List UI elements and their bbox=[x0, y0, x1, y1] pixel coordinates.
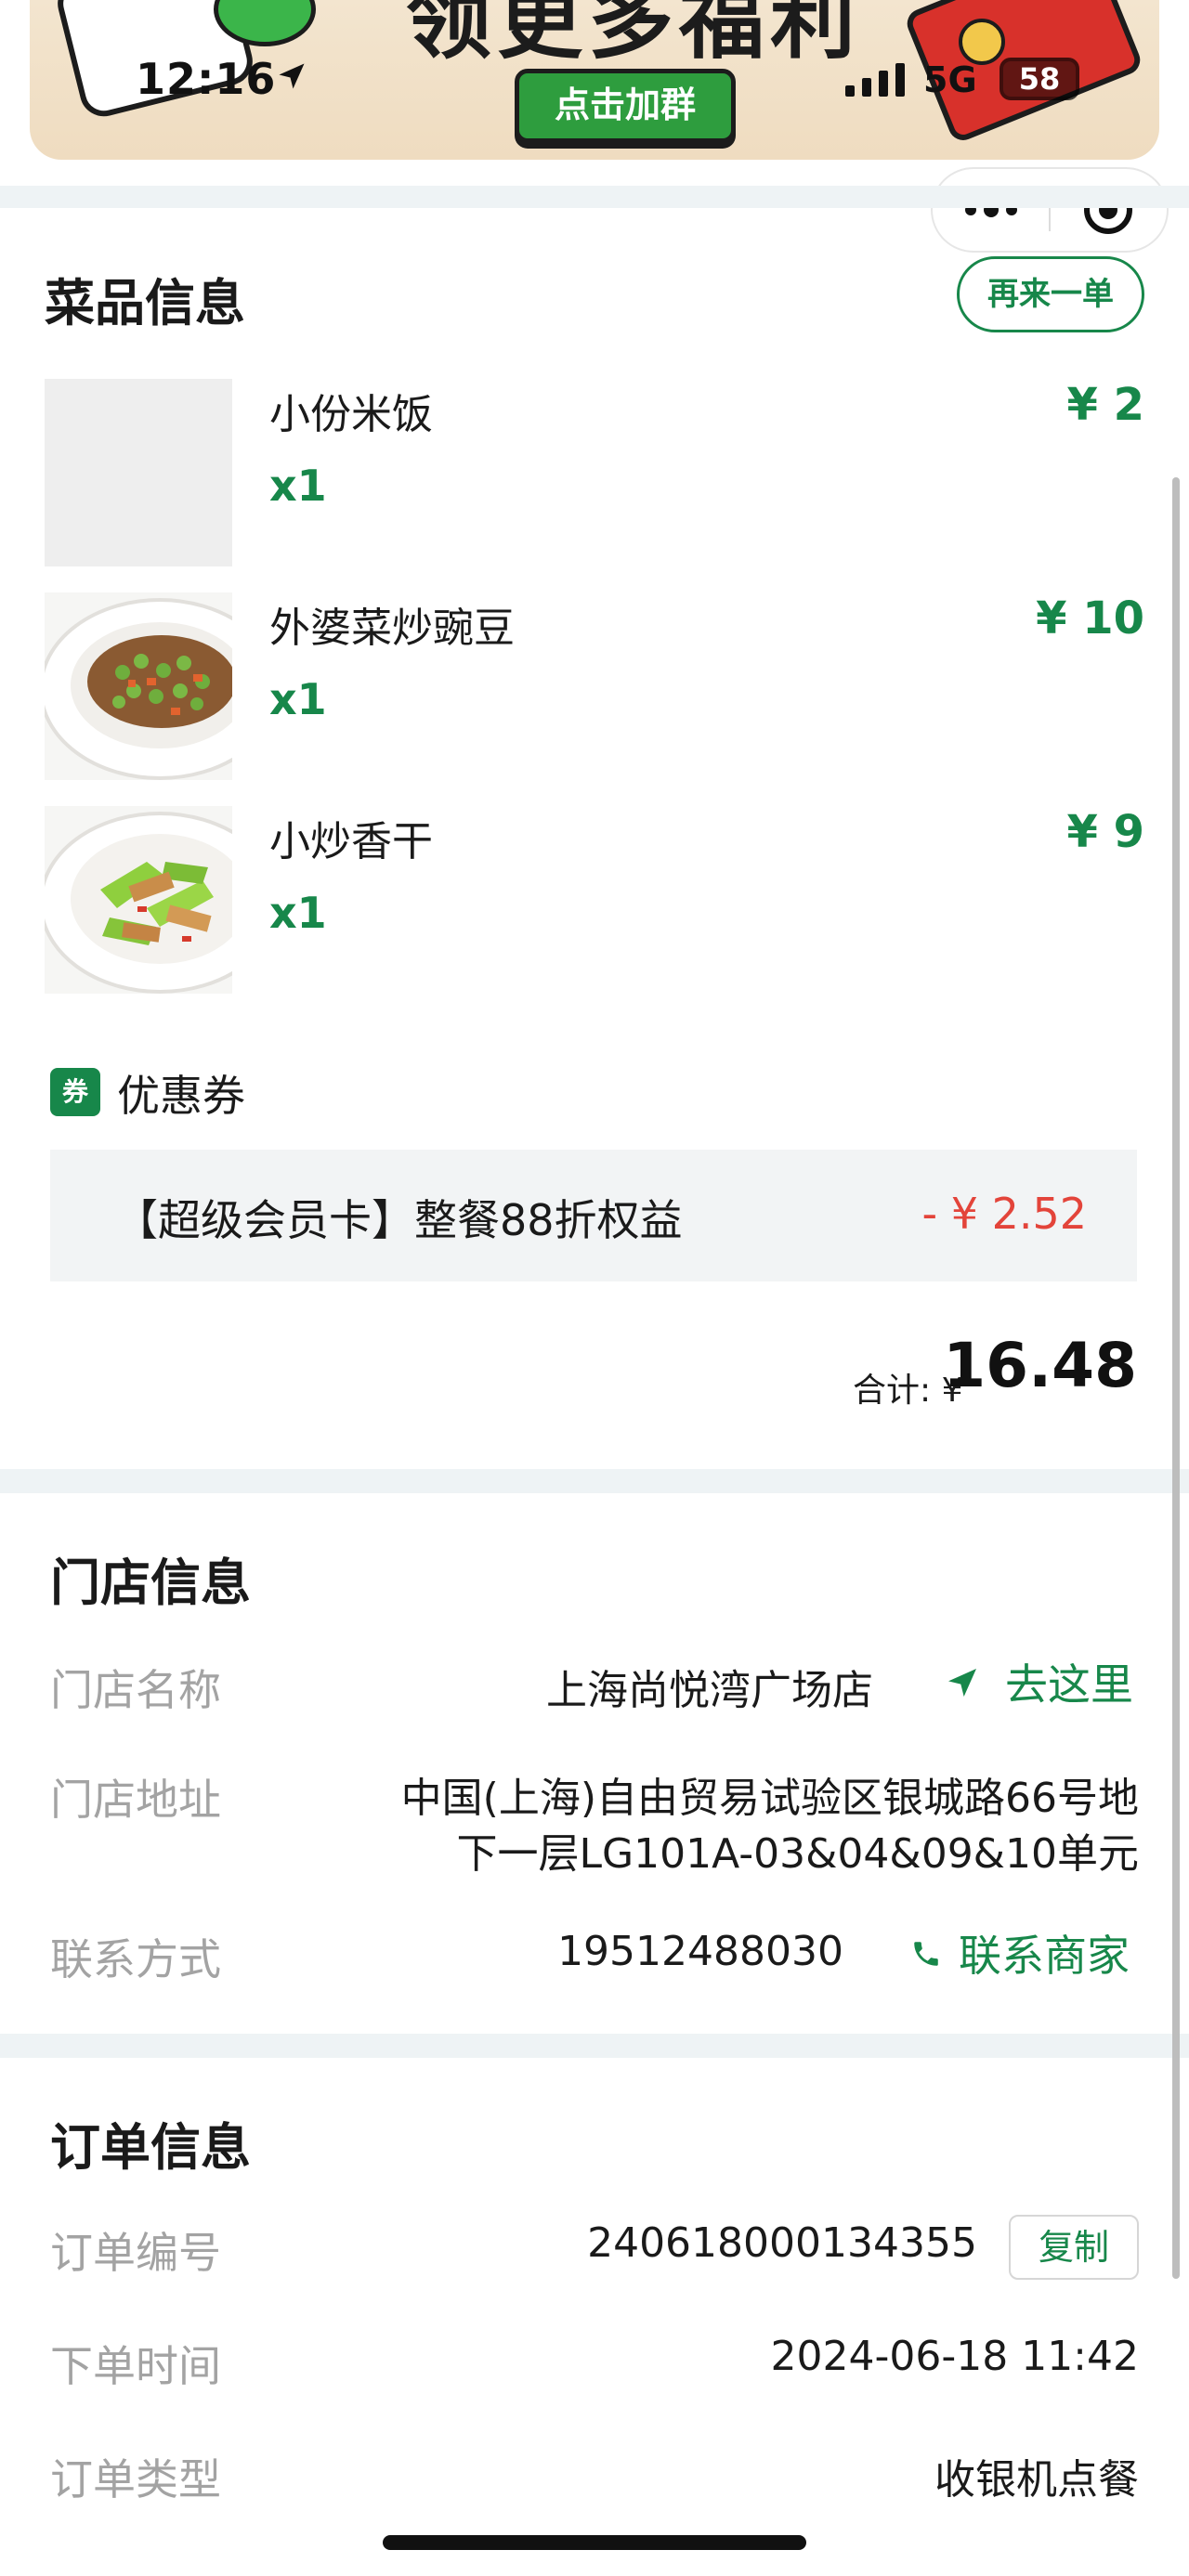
dish-price: ¥ 9 bbox=[1066, 806, 1144, 858]
navigate-button[interactable]: 去这里 bbox=[944, 1651, 1139, 1716]
contact-merchant-label: 联系商家 bbox=[959, 1931, 1130, 1981]
dish-image-peas bbox=[45, 592, 232, 780]
status-time: 12:16 bbox=[136, 54, 277, 104]
list-item: 小份米饭 x1 ¥ 2 bbox=[45, 379, 1144, 568]
scrollbar[interactable] bbox=[1172, 477, 1180, 2279]
reorder-button[interactable]: 再来一单 bbox=[957, 256, 1144, 332]
store-address-key: 门店地址 bbox=[50, 1775, 221, 1825]
dish-name: 小炒香干 bbox=[269, 818, 433, 865]
order-type-key: 订单类型 bbox=[50, 2454, 221, 2504]
total-amount: 16.48 bbox=[943, 1330, 1137, 1401]
miniprogram-capsule bbox=[931, 167, 1169, 253]
coupon-discount: - ¥ 2.52 bbox=[921, 1189, 1087, 1239]
list-item: 外婆菜炒豌豆 x1 ¥ 10 bbox=[45, 592, 1144, 782]
section-separator bbox=[0, 1469, 1189, 1493]
battery-icon: 58 bbox=[1000, 58, 1079, 100]
banner-headline: 领更多福利 bbox=[405, 0, 861, 71]
store-section-title: 门店信息 bbox=[50, 1554, 251, 1612]
order-section-title: 订单信息 bbox=[50, 2118, 251, 2177]
order-time-value: 2024-06-18 11:42 bbox=[770, 2333, 1140, 2380]
dish-image-tofu bbox=[45, 806, 232, 994]
dish-quantity: x1 bbox=[269, 888, 327, 938]
signal-icon bbox=[845, 63, 905, 97]
dish-quantity: x1 bbox=[269, 674, 327, 724]
location-arrow-icon bbox=[279, 63, 305, 89]
coupon-item: 【超级会员卡】整餐88折权益 - ¥ 2.52 bbox=[50, 1150, 1137, 1281]
store-name-key: 门店名称 bbox=[50, 1665, 221, 1715]
contact-merchant-button[interactable]: 联系商家 bbox=[910, 1922, 1139, 1987]
store-contact-key: 联系方式 bbox=[50, 1934, 221, 1984]
order-number-key: 订单编号 bbox=[50, 2228, 221, 2278]
section-separator bbox=[0, 2034, 1189, 2058]
navigation-arrow-icon bbox=[948, 1669, 976, 1697]
dish-name: 外婆菜炒豌豆 bbox=[269, 605, 515, 652]
phone-icon bbox=[914, 1942, 938, 1966]
home-indicator[interactable] bbox=[383, 2535, 806, 2550]
navigate-label: 去这里 bbox=[1005, 1659, 1133, 1710]
coin-illustration bbox=[959, 19, 1005, 65]
order-detail-page: 领更多福利 点击加群 12:16 5G 58 菜品信息 再来一单 小份米饭 x1… bbox=[0, 0, 1189, 2576]
section-separator bbox=[0, 186, 1189, 208]
order-time-key: 下单时间 bbox=[50, 2341, 221, 2391]
store-name-value: 上海尚悦湾广场店 bbox=[546, 1667, 873, 1714]
store-phone-number: 19512488030 bbox=[557, 1928, 843, 1975]
order-number-value: 240618000134355 bbox=[587, 2219, 977, 2267]
dish-price: ¥ 10 bbox=[1036, 592, 1144, 644]
order-type-value: 收银机点餐 bbox=[934, 2456, 1139, 2504]
dish-price: ¥ 2 bbox=[1066, 379, 1144, 431]
join-group-button[interactable]: 点击加群 bbox=[515, 69, 736, 143]
dish-image-placeholder bbox=[45, 379, 232, 566]
more-button[interactable] bbox=[933, 169, 1049, 251]
copy-order-number-button[interactable]: 复制 bbox=[1009, 2215, 1139, 2280]
close-miniprogram-button[interactable] bbox=[1051, 169, 1167, 251]
coupon-label: 优惠券 bbox=[117, 1071, 245, 1121]
store-address-line1: 中国(上海)自由贸易试验区银城路66号地 bbox=[400, 1775, 1139, 1822]
coupon-icon: 券 bbox=[50, 1068, 100, 1116]
store-address-line2: 下一层LG101A-03&04&09&10单元 bbox=[456, 1830, 1140, 1878]
dish-name: 小份米饭 bbox=[269, 391, 433, 438]
dish-section-title: 菜品信息 bbox=[45, 274, 245, 332]
dish-quantity: x1 bbox=[269, 461, 327, 511]
network-type: 5G bbox=[923, 59, 977, 100]
battery-level: 58 bbox=[1018, 61, 1061, 97]
list-item: 小炒香干 x1 ¥ 9 bbox=[45, 806, 1144, 995]
coupon-name: 【超级会员卡】整餐88折权益 bbox=[115, 1195, 683, 1245]
